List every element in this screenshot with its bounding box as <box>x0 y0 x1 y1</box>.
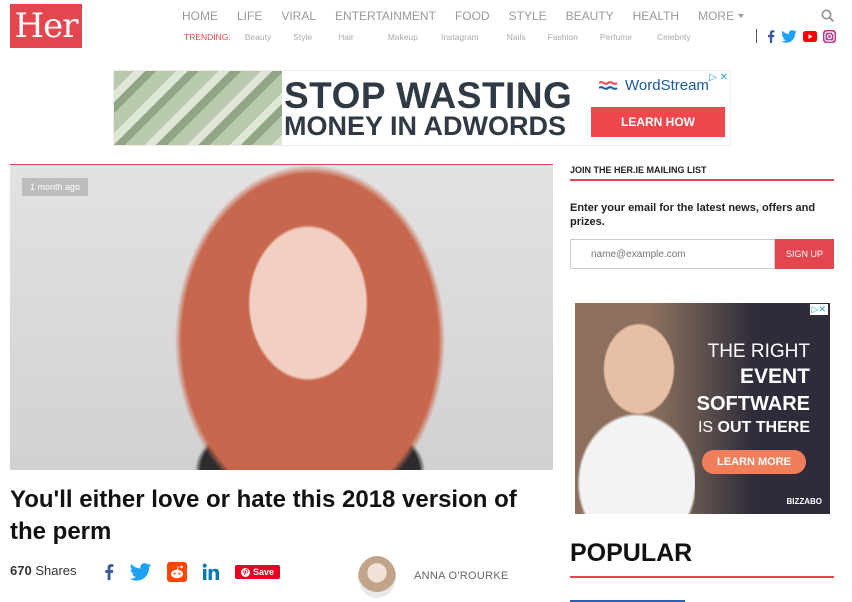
nav-life[interactable]: LIFE <box>237 9 262 23</box>
mailing-text: Enter your email for the latest news, of… <box>570 202 816 228</box>
linkedin-icon[interactable] <box>202 563 220 581</box>
sidebar-ad[interactable]: THE RIGHT EVENT SOFTWARE IS OUT THERE LE… <box>575 303 830 514</box>
nav-more[interactable]: MORE <box>698 9 745 23</box>
save-label: Save <box>253 567 275 577</box>
ad2-line-4b: OUT THERE <box>717 419 810 436</box>
ad-headline-2: MONEY IN ADWORDS <box>284 111 567 141</box>
wordstream-logo-icon <box>599 80 618 90</box>
ad-brand-name: WordStream <box>625 77 709 94</box>
trending-item[interactable]: Hair <box>338 32 354 42</box>
ad2-brand: BIZZABO <box>786 497 822 506</box>
mailing-divider <box>570 179 834 181</box>
nav-viral[interactable]: VIRAL <box>281 9 316 23</box>
nav-home[interactable]: HOME <box>182 9 218 23</box>
trending-item[interactable]: Celebrity <box>657 32 691 42</box>
author-name[interactable]: ANNA O'ROURKE <box>414 570 509 582</box>
ad-cta-button[interactable]: LEARN HOW <box>591 107 725 137</box>
facebook-icon[interactable] <box>104 563 114 581</box>
time-badge: 1 month ago <box>22 178 89 196</box>
adchoices-icon[interactable]: ▷✕ <box>809 304 828 315</box>
ad-money-image <box>114 71 282 145</box>
popular-heading: POPULAR <box>570 539 693 567</box>
popular-divider <box>570 576 834 578</box>
twitter-icon[interactable] <box>129 563 152 581</box>
ad-banner[interactable]: STOP WASTING MONEY IN ADWORDS WordStream… <box>113 70 731 146</box>
ad2-line-4: IS OUT THERE <box>698 419 810 437</box>
facebook-icon[interactable] <box>767 29 775 43</box>
trending-item[interactable]: Beauty <box>245 32 271 42</box>
sign-up-button[interactable]: SIGN UP <box>775 239 834 269</box>
nav-food[interactable]: FOOD <box>455 9 490 23</box>
nav-beauty[interactable]: BEAUTY <box>566 9 614 23</box>
reddit-icon[interactable] <box>167 562 187 582</box>
page: Her HOME LIFE VIRAL ENTERTAINMENT FOOD S… <box>0 0 852 602</box>
ad-person-image <box>575 303 695 514</box>
adchoices-icon[interactable]: ▷ ✕ <box>709 72 728 83</box>
ad2-line-4a: IS <box>697 419 714 436</box>
nav-more-label: MORE <box>698 9 735 23</box>
site-logo[interactable]: Her <box>10 4 82 48</box>
email-field[interactable] <box>570 239 775 269</box>
trending-bar: TRENDING: Beauty Style Hair Makeup Insta… <box>184 32 691 42</box>
share-count-label: Shares <box>35 563 77 578</box>
nav-style[interactable]: STYLE <box>509 9 547 23</box>
ad2-line-2: EVENT <box>739 365 810 388</box>
ad2-cta-button[interactable]: LEARN MORE <box>702 450 806 474</box>
share-buttons: Save <box>104 562 281 582</box>
article-title[interactable]: You'll either love or hate this 2018 ver… <box>10 484 530 548</box>
nav-health[interactable]: HEALTH <box>633 9 679 23</box>
nav-entertainment[interactable]: ENTERTAINMENT <box>335 9 436 23</box>
pinterest-icon <box>241 567 250 577</box>
article-hero-image[interactable] <box>10 165 553 470</box>
trending-item[interactable]: Makeup <box>388 32 418 42</box>
trending-item[interactable]: Instagram <box>441 32 479 42</box>
trending-item[interactable]: Style <box>293 32 312 42</box>
pinterest-save-button[interactable]: Save <box>235 565 281 579</box>
author-avatar[interactable] <box>358 556 396 598</box>
social-links <box>756 29 836 43</box>
ad2-line-1: THE RIGHT <box>707 341 810 362</box>
trending-item[interactable]: Nails <box>507 32 526 42</box>
ad-brand: WordStream <box>599 77 709 94</box>
divider <box>756 29 757 43</box>
mailing-heading: JOIN THE HER.IE MAILING LIST <box>570 165 707 175</box>
trending-label: TRENDING: <box>184 32 231 42</box>
instagram-icon[interactable] <box>823 29 836 43</box>
trending-item[interactable]: Fashion <box>548 32 578 42</box>
search-icon[interactable] <box>821 9 834 22</box>
chevron-down-icon <box>738 14 745 18</box>
twitter-icon[interactable] <box>781 29 797 43</box>
trending-item[interactable]: Perfume <box>600 32 632 42</box>
main-nav: HOME LIFE VIRAL ENTERTAINMENT FOOD STYLE… <box>182 9 763 23</box>
share-count: 670 Shares <box>10 563 77 578</box>
youtube-icon[interactable] <box>803 30 817 42</box>
share-count-number: 670 <box>10 563 32 578</box>
ad2-line-3: SOFTWARE <box>696 393 810 415</box>
